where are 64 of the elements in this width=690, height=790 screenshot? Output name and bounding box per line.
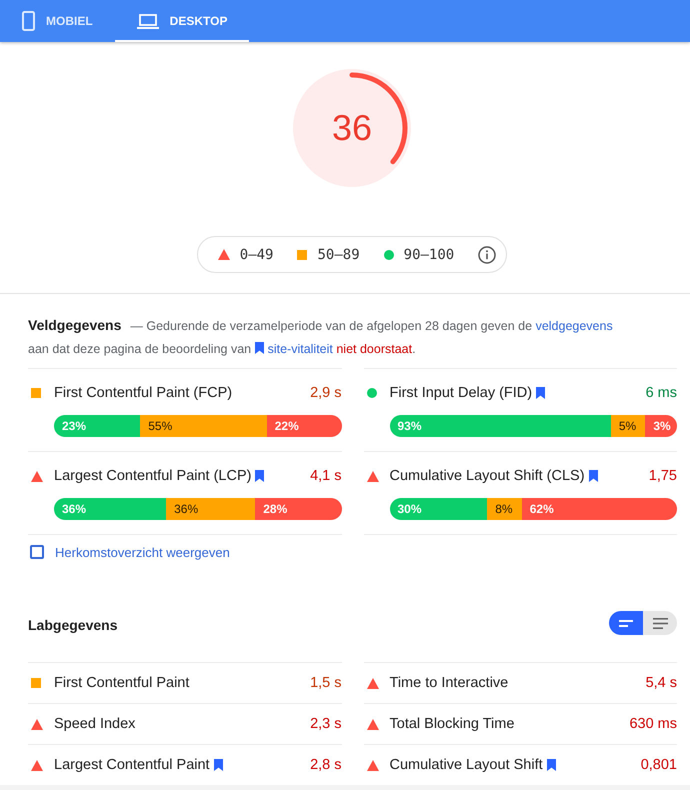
distribution-segment: 8% [487, 498, 522, 520]
metric-value: 0,801 [640, 757, 677, 773]
circle-icon [366, 388, 376, 398]
tab[interactable]: DESKTOP [114, 0, 250, 42]
tab[interactable]: MOBIEL [0, 0, 115, 42]
distribution-segment: 36% [54, 498, 166, 520]
info-icon[interactable] [478, 246, 496, 264]
triangle-icon [31, 470, 43, 482]
distribution-segment: 36% [166, 498, 256, 520]
metric-value: 2,3 s [310, 716, 342, 732]
circle-icon [384, 250, 394, 260]
triangle-icon [218, 249, 230, 260]
distribution-segment: 5% [610, 415, 646, 437]
metric-value: 1,5 s [310, 675, 342, 691]
metric-name: Total Blocking Time [390, 716, 514, 732]
distribution-segment: 22% [266, 415, 342, 437]
distribution-segment: 55% [140, 415, 267, 437]
triangle-icon [366, 470, 378, 482]
triangle-icon [366, 678, 378, 688]
metric-name: Speed Index [54, 716, 136, 732]
section-title: Labgegevens [28, 617, 118, 633]
metric-name: Largest Contentful Paint (LCP) [54, 468, 252, 484]
distribution-segment: 3% [645, 415, 677, 437]
checkbox-label[interactable]: Herkomstoverzicht weergeven [55, 544, 230, 560]
metric-name: First Contentful Paint [54, 675, 190, 691]
view-toggle-button[interactable] [643, 611, 677, 635]
metric-value: 5,4 s [646, 675, 677, 691]
distribution-segment: 93% [390, 415, 611, 437]
metric-name: First Contentful Paint (FCP) [54, 385, 232, 401]
laptop-icon [136, 14, 159, 28]
triangle-icon [366, 718, 378, 730]
checkbox[interactable] [30, 545, 44, 559]
triangle-icon [31, 760, 43, 770]
metric-name: Time to Interactive [390, 675, 508, 691]
phone-icon [22, 11, 35, 31]
metric-value: 4,1 s [310, 468, 342, 484]
metric-value: 630 ms [629, 716, 677, 732]
text-link[interactable]: site-vitaliteit [254, 342, 333, 356]
score-range: 0–49 [240, 246, 274, 262]
square-icon [31, 388, 41, 398]
square-icon [31, 678, 41, 688]
metric-name: Cumulative Layout Shift (CLS) [390, 468, 585, 484]
metric-name: Largest Contentful Paint [54, 757, 210, 773]
square-icon [297, 250, 308, 260]
metric-value: 2,9 s [310, 385, 342, 401]
score-range: 50–89 [317, 246, 360, 262]
distribution-segment: 23% [54, 415, 140, 437]
triangle-icon [366, 760, 378, 770]
metric-name: Cumulative Layout Shift [390, 757, 543, 773]
field-data-description: Veldgegevens — Gedurende de verzamelperiode van de afgelopen 28 dagen geven de veldgegevens aan dat deze pagina de beoordeling van site-vitaliteit niet doorstaat. [28, 316, 614, 358]
distribution-segment: 30% [390, 498, 488, 520]
short-lines-icon [619, 620, 633, 626]
metric-name: First Input Delay (FID) [390, 385, 532, 401]
score-range: 90–100 [404, 246, 454, 262]
metric-value: 2,8 s [310, 757, 342, 773]
metric-value: 6 ms [646, 385, 677, 401]
metric-value: 1,75 [648, 468, 677, 484]
distribution-segment: 62% [522, 498, 677, 520]
distribution-segment: 28% [255, 498, 342, 520]
text-link[interactable]: veldgegevens [536, 319, 613, 333]
score-value: 36 [332, 108, 372, 148]
triangle-icon [31, 718, 43, 730]
view-toggle-button[interactable] [609, 611, 643, 635]
lines-icon [652, 618, 668, 628]
